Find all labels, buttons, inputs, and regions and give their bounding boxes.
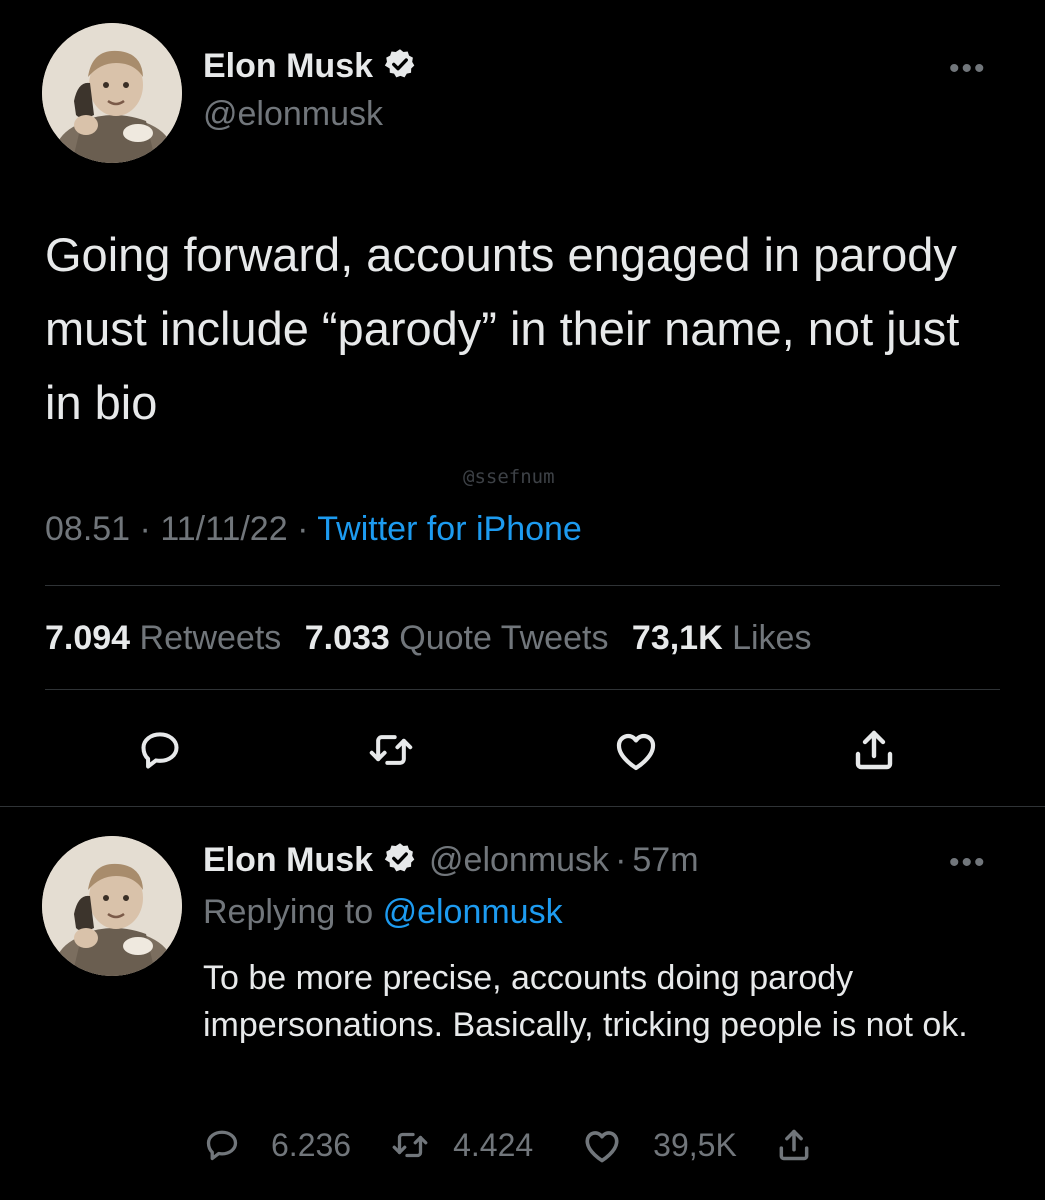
like-icon[interactable] bbox=[611, 728, 661, 777]
reply-author-handle[interactable]: @elonmusk bbox=[429, 841, 609, 880]
reply-icon[interactable] bbox=[203, 1127, 241, 1163]
author-name-row: Elon Musk bbox=[203, 44, 417, 88]
more-options-icon[interactable]: ••• bbox=[949, 848, 987, 878]
likes-count: 73,1K bbox=[631, 619, 723, 657]
verified-badge-icon bbox=[383, 841, 417, 880]
like-count: 39,5K bbox=[653, 1126, 737, 1163]
reply-header-row: Elon Musk @elonmusk · 57m bbox=[203, 838, 699, 882]
meta-separator: · bbox=[139, 510, 151, 548]
retweets-stat[interactable]: 7.094 Retweets bbox=[45, 619, 281, 657]
retweets-count: 7.094 bbox=[45, 619, 131, 657]
author-avatar[interactable] bbox=[42, 23, 182, 163]
tweet-source-link[interactable]: Twitter for iPhone bbox=[317, 510, 582, 548]
retweet-icon[interactable] bbox=[366, 728, 416, 777]
meta-separator: · bbox=[297, 510, 309, 548]
quotes-count: 7.033 bbox=[304, 619, 390, 657]
likes-stat[interactable]: 73,1K Likes bbox=[632, 619, 812, 657]
meta-separator: · bbox=[615, 840, 627, 879]
reply-age[interactable]: 57m bbox=[632, 841, 698, 880]
reply-icon[interactable] bbox=[137, 728, 183, 777]
retweet-count: 4.424 bbox=[453, 1126, 534, 1163]
tweet-meta: 08.51 · 11/11/22 · Twitter for iPhone bbox=[45, 510, 582, 549]
likes-label: Likes bbox=[732, 619, 812, 657]
quotes-stat[interactable]: 7.033 Quote Tweets bbox=[305, 619, 609, 657]
quotes-label: Quote Tweets bbox=[399, 619, 609, 657]
share-icon[interactable] bbox=[775, 1126, 813, 1164]
replying-prefix: Replying to bbox=[203, 893, 374, 931]
replying-to: Replying to @elonmusk bbox=[203, 893, 563, 932]
like-icon[interactable] bbox=[581, 1126, 623, 1164]
divider bbox=[0, 806, 1045, 807]
reply-count: 6.236 bbox=[271, 1126, 352, 1163]
reply-action-bar: 6.236 4.424 39,5K bbox=[203, 1122, 813, 1168]
tweet-text: Going forward, accounts engaged in parod… bbox=[45, 228, 960, 429]
reply-text: To be more precise, accounts doing parod… bbox=[203, 959, 968, 1044]
author-handle[interactable]: @elonmusk bbox=[203, 95, 383, 134]
avatar-image bbox=[42, 836, 182, 976]
divider bbox=[45, 689, 1000, 690]
avatar-image bbox=[42, 23, 182, 163]
retweet-icon[interactable] bbox=[389, 1127, 431, 1163]
divider bbox=[45, 585, 1000, 586]
reply-author-avatar[interactable] bbox=[42, 836, 182, 976]
share-icon[interactable] bbox=[850, 726, 898, 779]
retweets-label: Retweets bbox=[139, 619, 282, 657]
author-name[interactable]: Elon Musk bbox=[203, 47, 373, 86]
watermark: @ssefnum bbox=[463, 466, 555, 488]
tweet-date[interactable]: 11/11/22 bbox=[160, 510, 287, 548]
tweet-stats: 7.094 Retweets 7.033 Quote Tweets 73,1K … bbox=[45, 619, 811, 658]
replying-handle-link[interactable]: @elonmusk bbox=[383, 893, 563, 931]
more-options-icon[interactable]: ••• bbox=[949, 54, 987, 84]
verified-badge-icon bbox=[383, 47, 417, 86]
reply-author-name[interactable]: Elon Musk bbox=[203, 841, 373, 880]
tweet-time[interactable]: 08.51 bbox=[45, 510, 130, 548]
